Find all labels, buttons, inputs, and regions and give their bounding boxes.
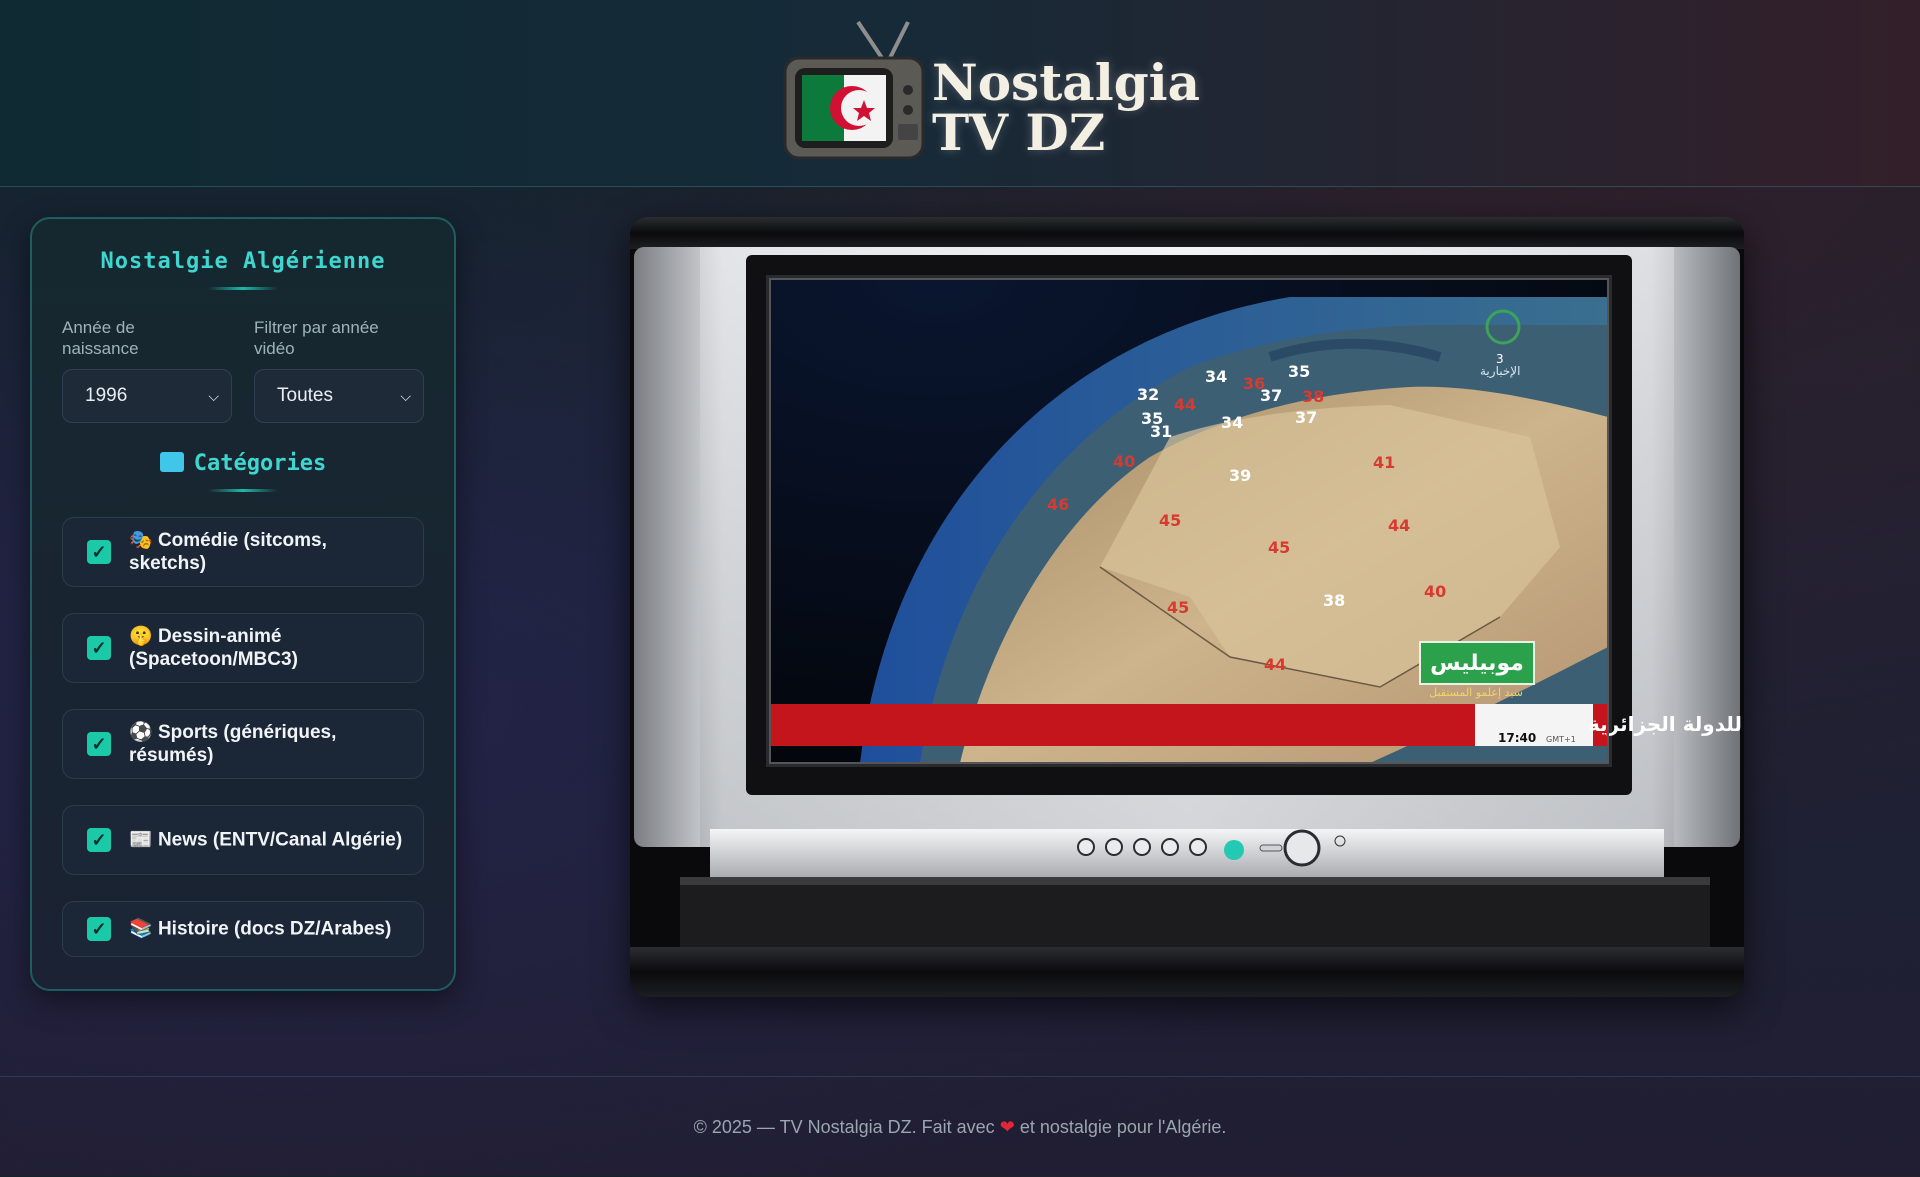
comedy-masks-icon: 🎭	[129, 530, 153, 551]
footer-text: © 2025 — TV Nostalgia DZ. Fait avec ❤ et…	[693, 1117, 1227, 1137]
svg-text:44: 44	[1388, 516, 1410, 535]
site-header: Nostalgia TV DZ	[0, 0, 1920, 187]
svg-text:17:40: 17:40	[1498, 731, 1536, 745]
heart-icon: ❤	[999, 1117, 1015, 1137]
category-label: 📚 Histoire (docs DZ/Arabes)	[129, 918, 392, 940]
category-item-history[interactable]: ✓ 📚 Histoire (docs DZ/Arabes)	[62, 901, 424, 957]
chevron-down-icon: ⌵	[208, 388, 219, 404]
category-label: ⚽ Sports (génériques, résumés)	[129, 722, 337, 766]
newspaper-icon: 📰	[129, 829, 153, 851]
chevron-down-icon: ⌵	[400, 388, 411, 404]
site-footer: © 2025 — TV Nostalgia DZ. Fait avec ❤ et…	[0, 1076, 1920, 1177]
svg-text:35: 35	[1288, 362, 1310, 381]
categories-title: Catégories	[193, 451, 327, 476]
birth-year-value: 1996	[85, 385, 128, 406]
title-underline	[208, 287, 278, 290]
birth-year-label: Année de naissance	[62, 318, 139, 358]
checkbox-checked-icon[interactable]: ✓	[87, 732, 111, 756]
category-label: 📰 News (ENTV/Canal Algérie)	[129, 829, 403, 851]
logo-title: Nostalgia TV DZ	[932, 53, 1201, 162]
svg-text:44: 44	[1264, 655, 1286, 674]
checkbox-checked-icon[interactable]: ✓	[87, 917, 111, 941]
svg-text:38: 38	[1302, 387, 1324, 406]
retro-tv-frame: 34 35 32 44 36 37 38 35 31 34 37 40 39 4…	[630, 217, 1744, 997]
svg-text:34: 34	[1205, 367, 1227, 386]
svg-text:40: 40	[1113, 452, 1135, 471]
categories-heading: Catégories	[32, 451, 454, 476]
svg-text:GMT+1: GMT+1	[1546, 735, 1576, 744]
category-item-sports[interactable]: ✓ ⚽ Sports (génériques, résumés)	[62, 709, 424, 779]
video-year-value: Toutes	[277, 385, 333, 406]
svg-text:46: 46	[1047, 495, 1069, 514]
svg-text:45: 45	[1167, 598, 1189, 617]
checkbox-checked-icon[interactable]: ✓	[87, 540, 111, 564]
svg-text:31: 31	[1150, 422, 1172, 441]
svg-text:40: 40	[1424, 582, 1446, 601]
svg-text:37: 37	[1260, 386, 1282, 405]
video-year-label: Filtrer par année vidéo	[254, 318, 379, 358]
svg-text:44: 44	[1174, 395, 1196, 414]
tv-icon	[159, 452, 184, 472]
svg-text:موبيليس: موبيليس	[1430, 651, 1524, 676]
svg-text:سيد إعلمو المستقبل: سيد إعلمو المستقبل	[1429, 686, 1523, 699]
category-label: 🤫 Dessin-animé (Spacetoon/MBC3)	[129, 626, 298, 670]
svg-text:38: 38	[1323, 591, 1345, 610]
svg-text:39: 39	[1229, 466, 1251, 485]
books-icon: 📚	[129, 918, 153, 940]
svg-text:45: 45	[1268, 538, 1290, 557]
video-year-select[interactable]: Toutes ⌵	[254, 369, 424, 423]
svg-text:هام • جانية عددا من الأملاك ال: هام • جانية عددا من الأملاك العقارية الت…	[1588, 711, 1744, 736]
categories-underline	[208, 489, 278, 492]
category-item-comedy[interactable]: ✓ 🎭 Comédie (sitcoms, sketchs)	[62, 517, 424, 587]
soccer-ball-icon: ⚽	[129, 722, 153, 743]
svg-text:45: 45	[1159, 511, 1181, 530]
face-emoji-icon: 🤫	[129, 626, 153, 647]
filter-panel: Nostalgie Algérienne Année de naissance …	[30, 217, 456, 991]
category-item-news[interactable]: ✓ 📰 News (ENTV/Canal Algérie)	[62, 805, 424, 875]
svg-text:32: 32	[1137, 385, 1159, 404]
birth-year-select[interactable]: 1996 ⌵	[62, 369, 232, 423]
svg-text:الإخبارية: الإخبارية	[1480, 364, 1520, 379]
panel-title: Nostalgie Algérienne	[100, 249, 386, 274]
video-player[interactable]: 34 35 32 44 36 37 38 35 31 34 37 40 39 4…	[630, 217, 1744, 997]
category-label: 🎭 Comédie (sitcoms, sketchs)	[129, 530, 327, 574]
svg-text:41: 41	[1373, 453, 1395, 472]
category-item-cartoon[interactable]: ✓ 🤫 Dessin-animé (Spacetoon/MBC3)	[62, 613, 424, 683]
svg-text:37: 37	[1295, 408, 1317, 427]
checkbox-checked-icon[interactable]: ✓	[87, 636, 111, 660]
checkbox-checked-icon[interactable]: ✓	[87, 828, 111, 852]
svg-text:34: 34	[1221, 413, 1243, 432]
